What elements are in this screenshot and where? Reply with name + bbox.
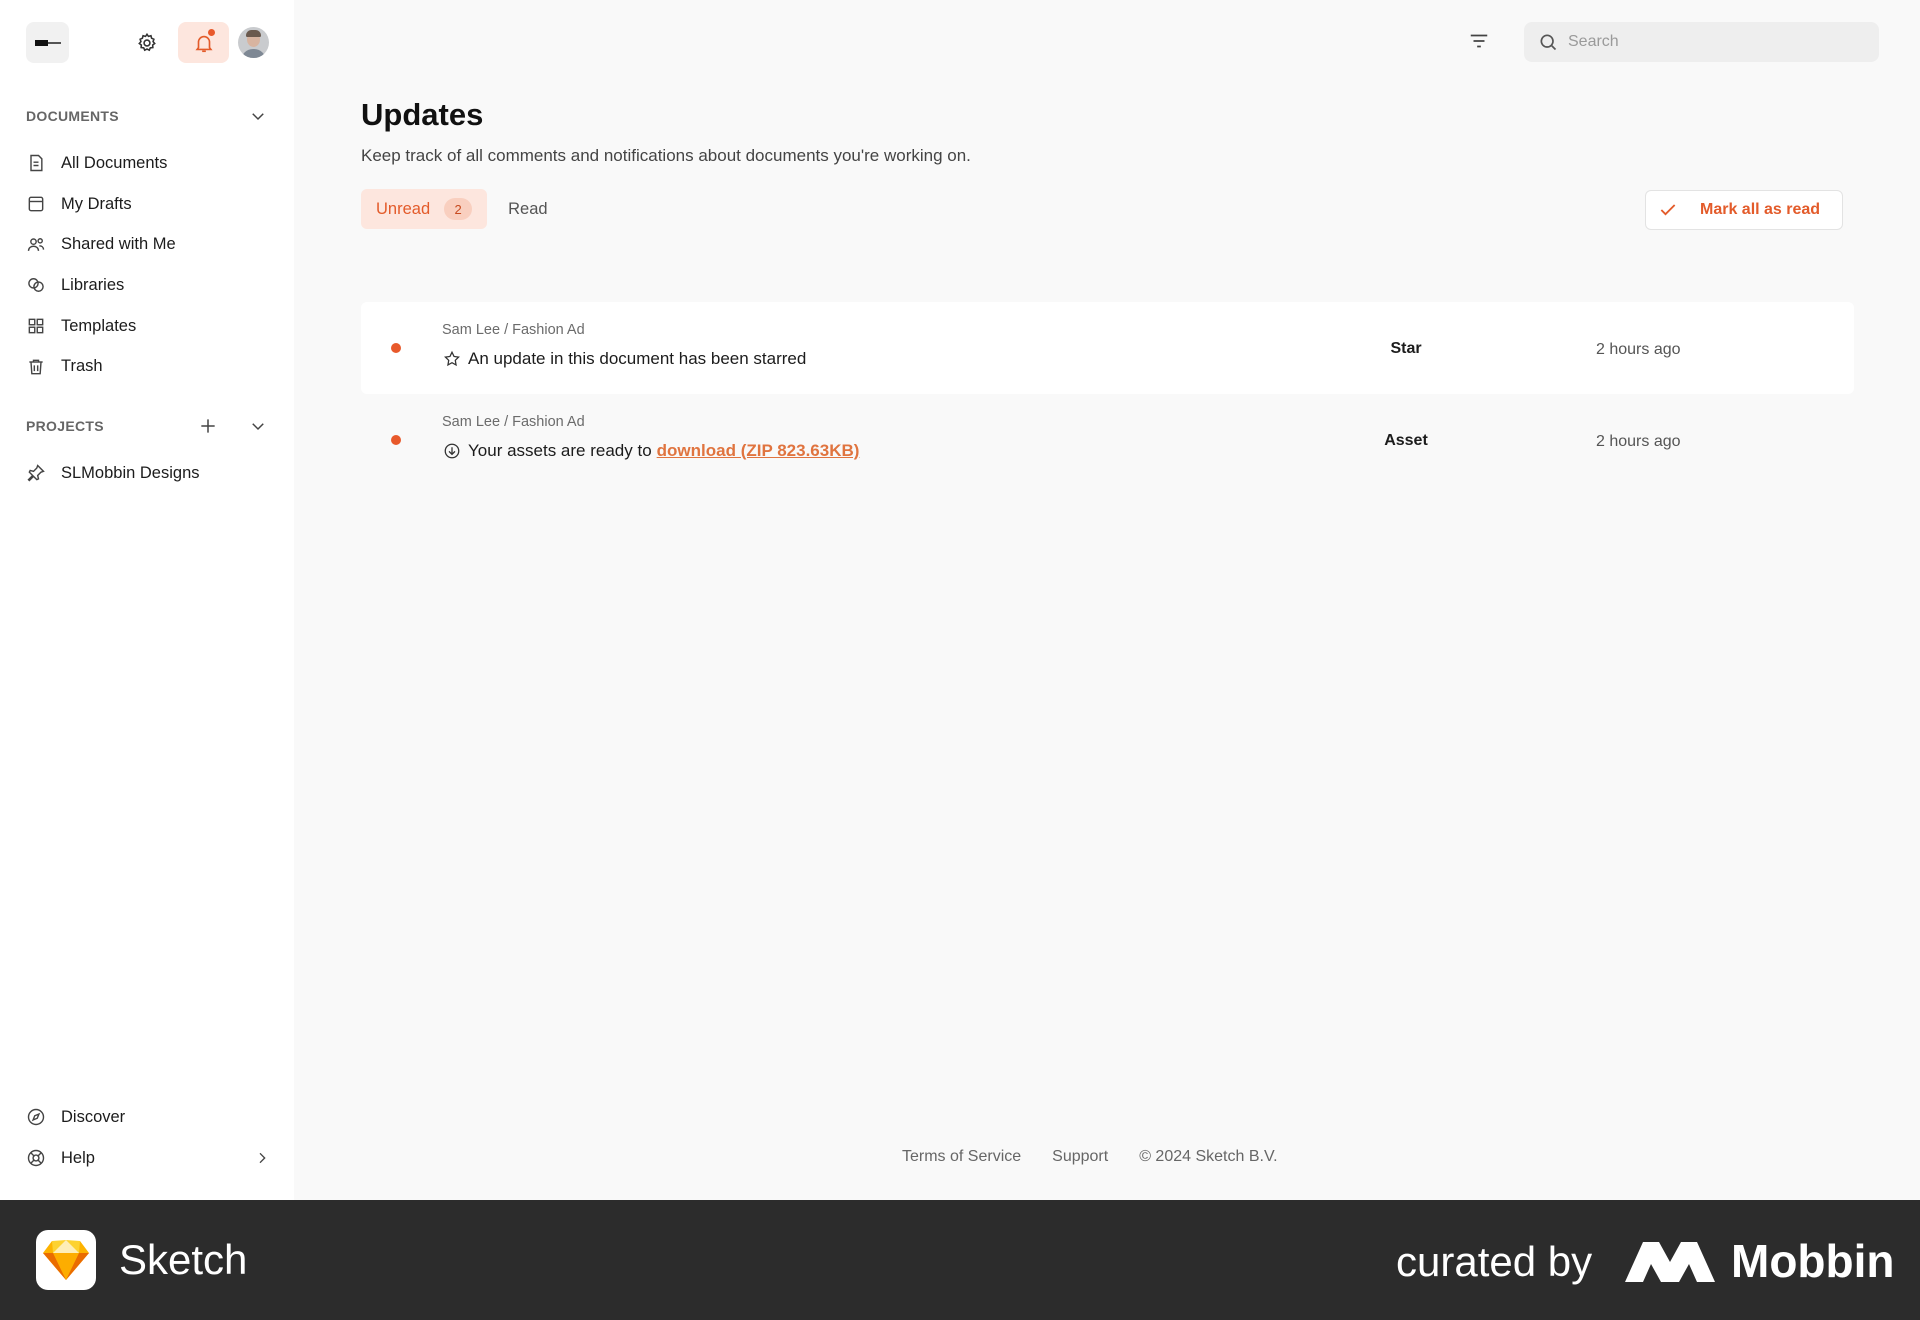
workspace-logo-icon: [34, 39, 61, 46]
lifebuoy-icon: [27, 1149, 45, 1167]
curated-by-text: curated by: [1396, 1238, 1593, 1285]
sidebar-item-label: Libraries: [61, 275, 125, 294]
settings-button[interactable]: [126, 22, 168, 63]
document-breadcrumb[interactable]: Sam Lee / Fashion Ad: [442, 414, 585, 430]
compass-icon: [27, 1109, 45, 1126]
sidebar-item-label: All Documents: [61, 153, 168, 172]
unread-dot: [391, 435, 401, 445]
sidebar-item-all-documents[interactable]: All Documents: [24, 143, 278, 184]
sidebar-item-my-drafts[interactable]: My Drafts: [24, 184, 278, 225]
gear-icon: [138, 32, 156, 51]
filter-icon: [1470, 34, 1488, 48]
terms-link[interactable]: Terms of Service: [902, 1148, 1021, 1166]
bottom-nav: Discover Help: [24, 1097, 278, 1178]
sidebar-item-label: Discover: [61, 1107, 126, 1126]
pin-icon: [27, 464, 45, 482]
filter-button[interactable]: [1464, 26, 1494, 56]
update-row[interactable]: Sam Lee / Fashion Ad Your assets are rea…: [361, 394, 1854, 486]
update-row[interactable]: Sam Lee / Fashion Ad An update in this d…: [361, 302, 1854, 394]
plus-icon: [201, 419, 215, 433]
update-message: Your assets are ready to download (ZIP 8…: [442, 441, 859, 461]
sidebar-item-templates[interactable]: Templates: [24, 306, 278, 347]
page-title: Updates: [361, 97, 484, 132]
update-message-text: Your assets are ready to: [468, 441, 652, 460]
update-message-text: An update in this document has been star…: [468, 349, 807, 368]
sidebar-item-discover[interactable]: Discover: [24, 1097, 278, 1138]
sidebar-item-help[interactable]: Help: [24, 1138, 278, 1179]
document-breadcrumb[interactable]: Sam Lee / Fashion Ad: [442, 322, 585, 338]
brand-bar: Sketch curated by Mobbin: [0, 1200, 1920, 1320]
mark-all-label: Mark all as read: [1700, 201, 1821, 218]
trash-icon: [29, 359, 43, 375]
updates-list: Sam Lee / Fashion Ad An update in this d…: [361, 302, 1854, 486]
sidebar-item-slmobbin-designs[interactable]: SLMobbin Designs: [24, 453, 278, 494]
update-message: An update in this document has been star…: [442, 349, 806, 369]
sidebar-item-libraries[interactable]: Libraries: [24, 265, 278, 306]
sidebar-item-label: Help: [61, 1148, 95, 1167]
chevron-right-icon: [259, 1152, 266, 1164]
people-icon: [27, 237, 45, 251]
tab-label: Unread: [376, 199, 431, 218]
footer: Terms of Service Support © 2024 Sketch B…: [902, 1148, 1309, 1166]
mark-all-as-read-button[interactable]: Mark all as read: [1645, 190, 1843, 230]
check-icon: [1660, 204, 1676, 216]
tab-label: Read: [508, 199, 548, 218]
chevron-down-icon: [252, 423, 264, 431]
documents-nav: All Documents My Drafts Shared with Me L…: [24, 143, 278, 387]
drafts-icon: [28, 196, 44, 212]
update-time: 2 hours ago: [1596, 433, 1681, 450]
search-input[interactable]: [1568, 33, 1868, 51]
update-type: Star: [1390, 340, 1422, 357]
workspace-logo-button[interactable]: [26, 22, 69, 63]
projects-nav: SLMobbin Designs: [24, 453, 278, 494]
star-icon: [444, 350, 460, 367]
tab-unread[interactable]: Unread 2: [361, 189, 488, 229]
unread-count-badge: 2: [444, 198, 473, 220]
tabs: Unread 2 Read: [361, 189, 563, 229]
sidebar-item-label: My Drafts: [61, 194, 132, 213]
sidebar-item-label: Templates: [61, 316, 137, 335]
avatar[interactable]: [238, 27, 269, 58]
sidebar-item-label: Shared with Me: [61, 235, 176, 254]
documents-collapse-button[interactable]: [246, 104, 270, 128]
sidebar-item-shared-with-me[interactable]: Shared with Me: [24, 224, 278, 265]
page-subtitle: Keep track of all comments and notificat…: [361, 146, 971, 165]
document-icon: [30, 155, 43, 172]
tab-read[interactable]: Read: [493, 189, 562, 229]
support-link[interactable]: Support: [1052, 1148, 1108, 1166]
sidebar-item-trash[interactable]: Trash: [24, 346, 278, 387]
sketch-app-icon: [36, 1230, 96, 1290]
unread-dot: [391, 343, 401, 353]
projects-section-title: PROJECTS: [26, 418, 104, 434]
download-link[interactable]: download (ZIP 823.63KB): [657, 441, 860, 461]
documents-section-header: DOCUMENTS: [26, 104, 270, 128]
add-project-button[interactable]: [196, 414, 220, 438]
libraries-icon: [28, 278, 44, 293]
update-type: Asset: [1384, 432, 1428, 449]
mobbin-wordmark: Mobbin: [1731, 1235, 1895, 1287]
sidebar-toolbar: [26, 20, 270, 65]
chevron-down-icon: [252, 113, 264, 121]
search-bar[interactable]: [1524, 22, 1879, 62]
sidebar-item-label: Trash: [61, 357, 103, 376]
update-time: 2 hours ago: [1596, 341, 1681, 358]
main-content: Updates Keep track of all comments and n…: [294, 0, 1920, 1200]
projects-section-header: PROJECTS: [26, 414, 270, 438]
sidebar: DOCUMENTS All Documents My Drafts Shared…: [0, 0, 294, 1200]
templates-icon: [28, 318, 44, 334]
documents-section-title: DOCUMENTS: [26, 108, 119, 124]
notification-dot: [208, 29, 215, 36]
search-icon: [1540, 34, 1557, 51]
download-icon: [444, 443, 460, 459]
projects-collapse-button[interactable]: [246, 414, 270, 438]
sidebar-item-label: SLMobbin Designs: [61, 463, 200, 482]
copyright-text: © 2024 Sketch B.V.: [1139, 1148, 1278, 1165]
notifications-button[interactable]: [178, 22, 229, 63]
diamond-icon: [43, 1240, 89, 1280]
app-name: Sketch: [119, 1236, 248, 1283]
mobbin-logo-icon: [1625, 1242, 1715, 1282]
